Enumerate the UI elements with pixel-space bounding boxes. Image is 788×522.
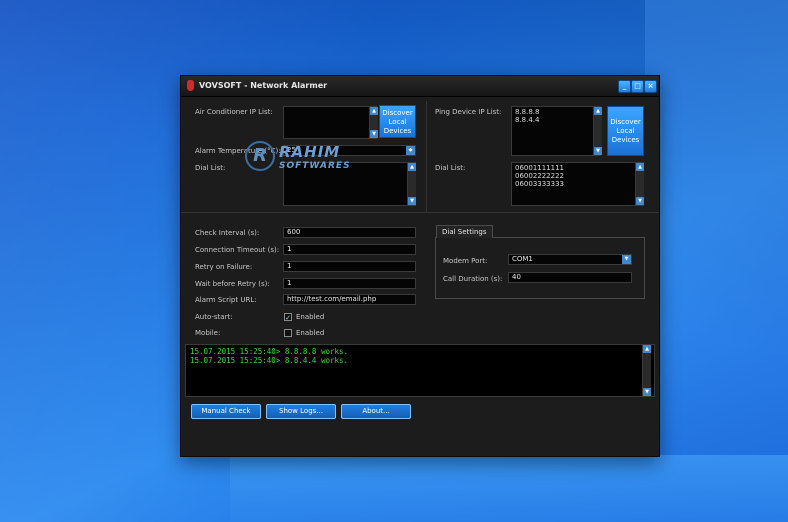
- watermark-mark: R: [245, 141, 275, 171]
- spin-icon[interactable]: ◆: [406, 146, 415, 155]
- wait-before-retry-input[interactable]: 1: [283, 278, 416, 289]
- log-output[interactable]: 15.07.2015 15:25:40> 8.8.8.8 works. 15.0…: [185, 344, 655, 397]
- scroll-up-icon[interactable]: ▲: [370, 107, 378, 115]
- scroll-down-icon[interactable]: ▼: [594, 147, 602, 155]
- watermark-line1: RAHIM: [279, 143, 341, 161]
- tab-dial-settings[interactable]: Dial Settings: [436, 225, 493, 238]
- dial-number-line: 06003333333: [515, 180, 564, 188]
- mobile-label: Mobile:: [195, 329, 221, 337]
- ping-ip-line: 8.8.8.8: [515, 108, 540, 116]
- call-duration-label: Call Duration (s):: [443, 275, 503, 283]
- title-bar[interactable]: VOVSOFT - Network Alarmer _ □ ×: [181, 76, 659, 97]
- app-window: VOVSOFT - Network Alarmer _ □ × Air Cond…: [180, 75, 660, 457]
- scroll-down-icon[interactable]: ▼: [408, 197, 416, 205]
- auto-start-label: Auto-start:: [195, 313, 233, 321]
- ping-ip-line: 8.8.4.4: [515, 116, 540, 124]
- modem-port-select[interactable]: COM1: [508, 254, 632, 265]
- ac-ip-list-scrollbar[interactable]: ▲ ▼: [369, 107, 378, 138]
- connection-timeout-label: Connection Timeout (s):: [195, 246, 280, 254]
- call-duration-input[interactable]: 40: [508, 272, 632, 283]
- vertical-divider: [426, 101, 427, 212]
- close-button[interactable]: ×: [644, 80, 657, 93]
- chevron-down-icon[interactable]: ▼: [622, 255, 631, 264]
- app-icon: [187, 80, 194, 91]
- log-scrollbar[interactable]: ▲ ▼: [642, 345, 651, 396]
- check-interval-label: Check Interval (s):: [195, 229, 260, 237]
- desktop-floor-panel: [230, 455, 788, 522]
- desktop-light-panel: [645, 0, 788, 455]
- mobile-checkbox[interactable]: [284, 329, 292, 337]
- minimize-button[interactable]: _: [618, 80, 631, 93]
- dial-list-left-scrollbar[interactable]: ▲ ▼: [407, 163, 416, 205]
- scroll-up-icon[interactable]: ▲: [636, 163, 644, 171]
- show-logs-button[interactable]: Show Logs...: [266, 404, 336, 419]
- wait-before-retry-label: Wait before Retry (s):: [195, 280, 270, 288]
- discover-local-devices-button-right[interactable]: Discover Local Devices: [607, 106, 644, 156]
- modem-port-label: Modem Port:: [443, 257, 488, 265]
- watermark-line2: SOFTWARES: [279, 161, 351, 171]
- mobile-enabled-label: Enabled: [296, 329, 325, 337]
- dial-list-textarea-right[interactable]: 06001111111 06002222222 06003333333: [511, 162, 644, 206]
- dial-list-label-right: Dial List:: [435, 164, 466, 172]
- manual-check-button[interactable]: Manual Check: [191, 404, 261, 419]
- maximize-button[interactable]: □: [631, 80, 644, 93]
- dial-number-line: 06002222222: [515, 172, 564, 180]
- about-button[interactable]: About...: [341, 404, 411, 419]
- scroll-down-icon[interactable]: ▼: [370, 130, 378, 138]
- dial-settings-group: [435, 237, 645, 299]
- dial-list-label-left: Dial List:: [195, 164, 226, 172]
- alarm-script-url-input[interactable]: http://test.com/email.php: [283, 294, 416, 305]
- dial-number-line: 06001111111: [515, 164, 564, 172]
- scroll-down-icon[interactable]: ▼: [643, 388, 651, 396]
- log-line: 15.07.2015 15:25:40> 8.8.4.4 works.: [190, 356, 349, 365]
- ac-ip-list-label: Air Conditioner IP List:: [195, 108, 273, 116]
- discover-local-devices-button-left[interactable]: Discover Local Devices: [379, 105, 416, 138]
- window-title: VOVSOFT - Network Alarmer: [199, 81, 328, 90]
- auto-start-enabled-label: Enabled: [296, 313, 325, 321]
- horizontal-divider: [181, 212, 659, 213]
- ping-list-scrollbar[interactable]: ▲ ▼: [593, 107, 602, 155]
- alarm-script-url-label: Alarm Script URL:: [195, 296, 257, 304]
- watermark-logo: R RAHIM SOFTWARES: [245, 133, 355, 185]
- scroll-up-icon[interactable]: ▲: [408, 163, 416, 171]
- retry-on-failure-label: Retry on Failure:: [195, 263, 253, 271]
- ping-device-ip-list-label: Ping Device IP List:: [435, 108, 502, 116]
- scroll-up-icon[interactable]: ▲: [594, 107, 602, 115]
- check-interval-input[interactable]: 600: [283, 227, 416, 238]
- connection-timeout-input[interactable]: 1: [283, 244, 416, 255]
- log-line: 15.07.2015 15:25:40> 8.8.8.8 works.: [190, 347, 349, 356]
- retry-on-failure-input[interactable]: 1: [283, 261, 416, 272]
- scroll-up-icon[interactable]: ▲: [643, 345, 651, 353]
- ping-device-ip-list-textarea[interactable]: 8.8.8.8 8.8.4.4: [511, 106, 601, 156]
- auto-start-checkbox[interactable]: ✓: [284, 313, 292, 322]
- scroll-down-icon[interactable]: ▼: [636, 197, 644, 205]
- dial-list-right-scrollbar[interactable]: ▲ ▼: [635, 163, 644, 205]
